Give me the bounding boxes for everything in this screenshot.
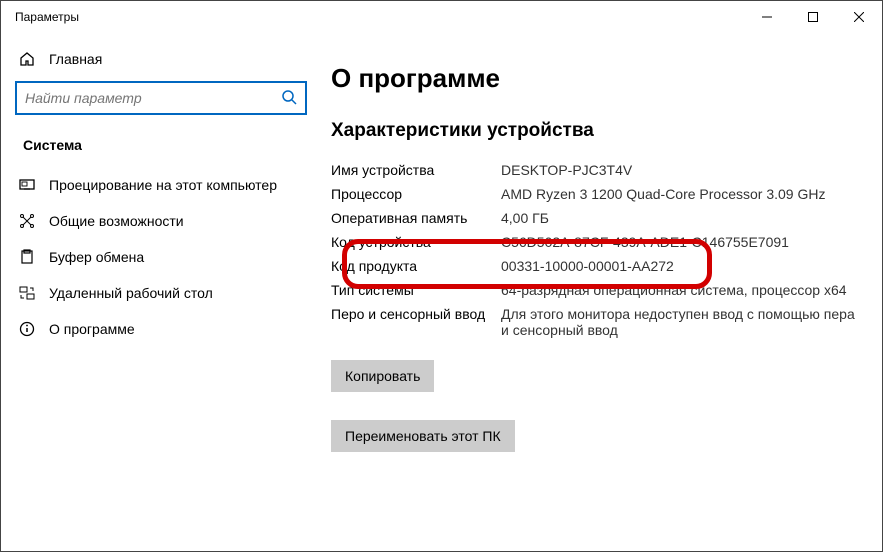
sidebar-item-label: Буфер обмена bbox=[49, 249, 144, 265]
sidebar-item-projecting[interactable]: Проецирование на этот компьютер bbox=[11, 167, 311, 203]
spec-table: Имя устройстваDESKTOP-PJC3T4VПроцессорAM… bbox=[331, 158, 862, 342]
spec-row: Оперативная память4,00 ГБ bbox=[331, 206, 862, 230]
search-icon bbox=[281, 89, 297, 108]
clipboard-icon bbox=[19, 249, 35, 265]
spec-label: Перо и сенсорный ввод bbox=[331, 306, 501, 338]
remote-icon bbox=[19, 285, 35, 301]
maximize-button[interactable] bbox=[790, 1, 836, 33]
close-button[interactable] bbox=[836, 1, 882, 33]
search-input[interactable] bbox=[15, 81, 307, 115]
spec-value: 00331-10000-00001-AA272 bbox=[501, 258, 862, 274]
sidebar: Главная Система Проецирование на этот ко… bbox=[1, 33, 321, 551]
spec-value: AMD Ryzen 3 1200 Quad-Core Processor 3.0… bbox=[501, 186, 862, 202]
rename-pc-button[interactable]: Переименовать этот ПК bbox=[331, 420, 515, 452]
shared-icon bbox=[19, 213, 35, 229]
content: О программе Характеристики устройства Им… bbox=[321, 33, 882, 551]
home-link[interactable]: Главная bbox=[11, 45, 311, 77]
titlebar: Параметры bbox=[1, 1, 882, 33]
spec-label: Имя устройства bbox=[331, 162, 501, 178]
spec-label: Оперативная память bbox=[331, 210, 501, 226]
sidebar-item-clipboard[interactable]: Буфер обмена bbox=[11, 239, 311, 275]
spec-row: Тип системы64-разрядная операционная сис… bbox=[331, 278, 862, 302]
home-icon bbox=[19, 51, 35, 67]
page-title: О программе bbox=[331, 63, 862, 94]
sidebar-item-label: Удаленный рабочий стол bbox=[49, 285, 213, 301]
spec-label: Тип системы bbox=[331, 282, 501, 298]
sidebar-item-remote[interactable]: Удаленный рабочий стол bbox=[11, 275, 311, 311]
spec-row: Код устройстваC56D502A-87CF-439A-ADE1-C1… bbox=[331, 230, 862, 254]
sidebar-section-title: Система bbox=[11, 133, 311, 167]
sidebar-item-shared[interactable]: Общие возможности bbox=[11, 203, 311, 239]
spec-value: DESKTOP-PJC3T4V bbox=[501, 162, 862, 178]
window-title: Параметры bbox=[15, 10, 79, 24]
sidebar-item-label: Проецирование на этот компьютер bbox=[49, 177, 277, 193]
spec-row: Код продукта00331-10000-00001-AA272 bbox=[331, 254, 862, 278]
projecting-icon bbox=[19, 177, 35, 193]
copy-button[interactable]: Копировать bbox=[331, 360, 434, 392]
spec-row: ПроцессорAMD Ryzen 3 1200 Quad-Core Proc… bbox=[331, 182, 862, 206]
sidebar-item-about[interactable]: О программе bbox=[11, 311, 311, 347]
search-field[interactable] bbox=[25, 90, 281, 106]
spec-row: Имя устройстваDESKTOP-PJC3T4V bbox=[331, 158, 862, 182]
spec-value: Для этого монитора недоступен ввод с пом… bbox=[501, 306, 862, 338]
spec-row: Перо и сенсорный вводДля этого монитора … bbox=[331, 302, 862, 342]
device-spec-heading: Характеристики устройства bbox=[331, 120, 862, 142]
sidebar-item-label: Общие возможности bbox=[49, 213, 184, 229]
sidebar-item-label: О программе bbox=[49, 321, 135, 337]
spec-label: Код продукта bbox=[331, 258, 501, 274]
minimize-button[interactable] bbox=[744, 1, 790, 33]
spec-label: Процессор bbox=[331, 186, 501, 202]
spec-label: Код устройства bbox=[331, 234, 501, 250]
spec-value: C56D502A-87CF-439A-ADE1-C146755E7091 bbox=[501, 234, 862, 250]
home-label: Главная bbox=[49, 51, 102, 67]
spec-value: 64-разрядная операционная система, проце… bbox=[501, 282, 862, 298]
info-icon bbox=[19, 321, 35, 337]
spec-value: 4,00 ГБ bbox=[501, 210, 862, 226]
